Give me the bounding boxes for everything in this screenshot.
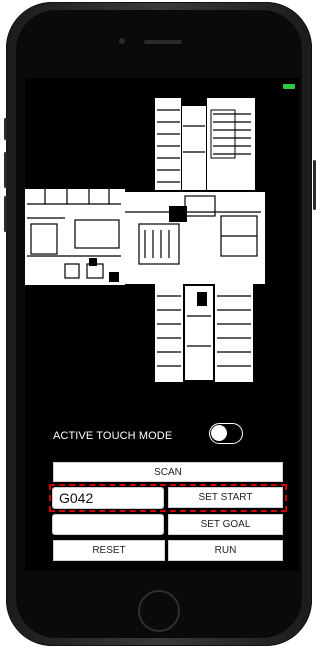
home-button[interactable] xyxy=(138,590,180,632)
reset-button[interactable]: RESET xyxy=(53,540,165,561)
run-button[interactable]: RUN xyxy=(168,540,283,561)
app-screen: ACTIVE TOUCH MODE SCAN G042 SET START SE… xyxy=(25,78,299,571)
toggle-knob xyxy=(211,425,227,441)
earpiece-speaker xyxy=(144,40,182,44)
central-hub xyxy=(121,192,265,284)
front-camera xyxy=(119,38,125,44)
touch-mode-toggle[interactable] xyxy=(209,423,243,444)
north-wing-left-rooms xyxy=(155,98,181,190)
north-wing-right-rooms xyxy=(207,98,255,190)
scan-button[interactable]: SCAN xyxy=(53,462,283,482)
volume-down-button xyxy=(4,196,7,232)
volume-up-button xyxy=(4,152,7,188)
south-wing-right-rooms xyxy=(215,282,253,382)
start-row-highlight xyxy=(49,484,287,512)
set-goal-button[interactable]: SET GOAL xyxy=(168,514,283,535)
power-button xyxy=(313,160,316,210)
touch-mode-label: ACTIVE TOUCH MODE xyxy=(53,430,173,442)
battery-indicator xyxy=(283,84,295,89)
floor-plan-map[interactable] xyxy=(25,96,299,382)
south-wing-left-rooms xyxy=(155,282,183,382)
goal-input[interactable] xyxy=(52,514,164,535)
mute-switch xyxy=(4,118,7,140)
north-corridor xyxy=(182,106,206,190)
